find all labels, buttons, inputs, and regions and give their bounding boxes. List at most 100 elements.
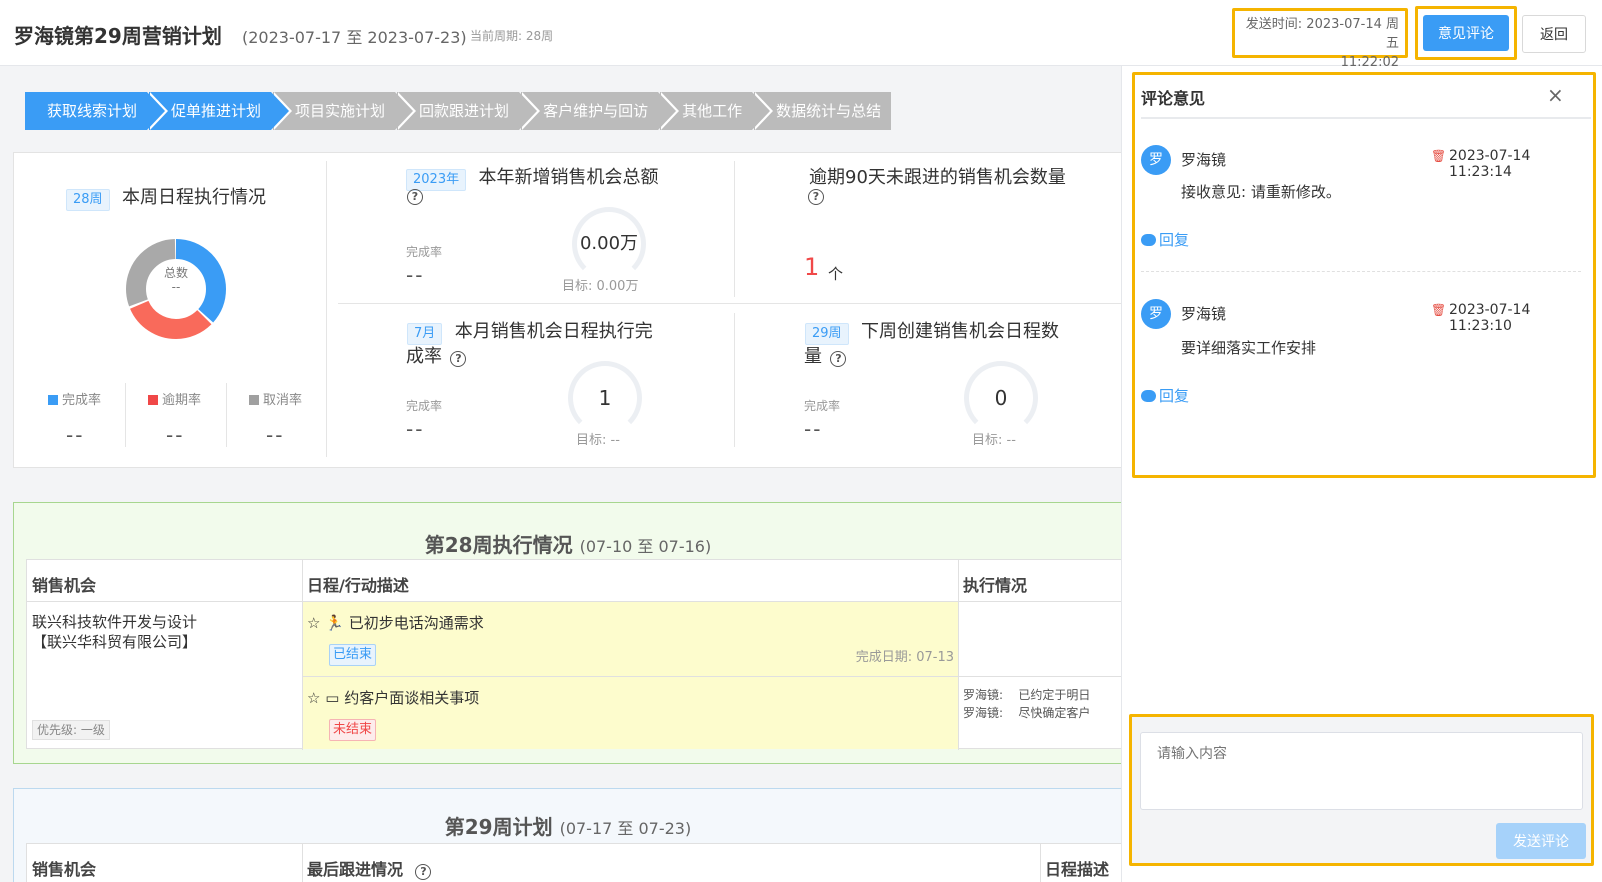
- comments-title: 评论意见: [1141, 89, 1206, 108]
- page-title: 罗海镜第29周营销计划: [14, 24, 222, 48]
- help-icon[interactable]: ?: [808, 189, 824, 205]
- column-divider: [734, 161, 735, 297]
- opportunity-name: 联兴科技软件开发与设计 【联兴华科贸有限公司】: [32, 613, 198, 651]
- week28-title: 第28周执行情况 (07-10 至 07-16): [424, 533, 712, 557]
- action-text: 已初步电话沟通需求: [348, 614, 484, 632]
- legend-swatch-overdue: [148, 395, 158, 405]
- legend-cancel: 取消率: [249, 389, 302, 408]
- legend-complete: 完成率: [48, 389, 101, 408]
- comments-list: 评论意见 × 罗 罗海镜 🗑 2023-07-14 11:23:14 接收意见:…: [1132, 72, 1596, 478]
- header-action: 日程/行动描述: [307, 576, 409, 595]
- monthly-rate-label: 完成率: [406, 399, 443, 413]
- col-line: [1040, 844, 1041, 882]
- delete-icon[interactable]: 🗑: [1431, 149, 1446, 163]
- avatar: 罗: [1141, 145, 1171, 175]
- column-divider: [326, 161, 327, 457]
- header-last-followup: 最后跟进情况: [307, 860, 404, 879]
- value-complete: --: [66, 423, 85, 447]
- execution-notes: 罗海镜: 已约定于明日 罗海镜: 尽快确定客户: [963, 688, 1091, 720]
- header-execution: 执行情况: [963, 576, 1028, 595]
- priority-badge: 优先级: 一级: [32, 720, 110, 740]
- send-comment-button[interactable]: 发送评论: [1496, 823, 1586, 859]
- delete-icon[interactable]: 🗑: [1431, 303, 1446, 317]
- week28-table: 销售机会 日程/行动描述 执行情况 联兴科技软件开发与设计 【联兴华科贸有限公司…: [26, 559, 1125, 750]
- next-week-header: 29周 下周创建销售机会日程数: [805, 317, 1059, 345]
- overdue-unit: 个: [828, 265, 844, 283]
- step-summary[interactable]: 数据统计与总结: [754, 92, 892, 130]
- yearly-rate-value: --: [406, 263, 425, 287]
- monthly-title: 本月销售机会日程执行完: [454, 321, 653, 342]
- yearly-rate-label: 完成率: [406, 245, 443, 259]
- status-badge: 已结束: [329, 644, 377, 666]
- next-week-target: 目标: --: [972, 433, 1016, 448]
- week-tag: 28周: [66, 189, 110, 211]
- header: 罗海镜第29周营销计划 (2023-07-17 至 2023-07-23) 当前…: [0, 0, 1602, 70]
- legend-divider: [125, 383, 126, 447]
- next-week-gauge: 0: [964, 361, 1038, 435]
- col-line: [958, 560, 959, 750]
- help-icon[interactable]: ?: [450, 351, 467, 367]
- help-icon[interactable]: ?: [407, 189, 423, 205]
- value-cancel: --: [266, 423, 285, 447]
- legend-overdue: 逾期率: [148, 389, 201, 408]
- action-text: 约客户面谈相关事项: [344, 689, 480, 707]
- step-leads[interactable]: 获取线索计划: [25, 92, 169, 130]
- comment-time: 2023-07-14 11:23:14: [1449, 148, 1531, 180]
- plan-steps: 获取线索计划 促单推进计划 项目实施计划 回款跟进计划 客户维护与回访 其他工作…: [25, 92, 893, 130]
- reply-button[interactable]: 回复: [1141, 384, 1189, 406]
- table-row: ☆ ▭ 约客户面谈相关事项 未结束: [303, 677, 958, 749]
- comment-divider: [1141, 271, 1581, 272]
- chat-icon: [1141, 228, 1156, 246]
- next-week-title-2: 量 ?: [804, 342, 847, 368]
- completion-date: 完成日期: 07-13: [855, 650, 954, 665]
- legend-divider: [226, 383, 227, 447]
- week29-section: 第29周计划 (07-17 至 07-23) 销售机会 最后跟进情况 ? 日程描…: [13, 788, 1124, 882]
- overdue-value: 1: [804, 253, 820, 281]
- help-icon[interactable]: ?: [415, 864, 432, 880]
- calendar-icon: ▭: [325, 689, 340, 707]
- col-line: [302, 844, 303, 882]
- comment-button-highlight: 意见评论: [1415, 6, 1517, 60]
- help-icon[interactable]: ?: [830, 351, 847, 367]
- run-icon: 🏃: [325, 614, 344, 632]
- comment-author: 罗海镜: [1181, 151, 1227, 169]
- comment-author: 罗海镜: [1181, 305, 1227, 323]
- comment-text: 接收意见: 请重新修改。: [1181, 183, 1341, 201]
- week29-title: 第29周计划 (07-17 至 07-23): [444, 815, 692, 839]
- week29-table: 销售机会 最后跟进情况 ? 日程描述: [26, 843, 1124, 882]
- column-divider: [734, 313, 735, 447]
- comment-text: 要详细落实工作安排: [1181, 339, 1317, 357]
- chat-icon: [1141, 384, 1156, 402]
- step-customer-care[interactable]: 客户维护与回访: [521, 92, 680, 130]
- header-opportunity: 销售机会: [32, 576, 97, 595]
- stats-panel: 28周 本周日程执行情况 总数 -- 完成率 逾期率 取消率 -- -- -- …: [13, 152, 1124, 468]
- row-divider: [338, 303, 1124, 304]
- comment-input-area: 发送评论: [1129, 714, 1594, 866]
- header-schedule: 日程描述: [1045, 860, 1110, 879]
- value-overdue: --: [166, 423, 185, 447]
- send-time: 发送时间: 2023-07-14 周五 11:22:02: [1232, 8, 1408, 70]
- week28-section: 第28周执行情况 (07-10 至 07-16) 销售机会 日程/行动描述 执行…: [13, 502, 1125, 764]
- legend-swatch-complete: [48, 395, 58, 405]
- close-icon[interactable]: ×: [1547, 83, 1564, 107]
- weekly-header: 28周 本周日程执行情况: [66, 183, 266, 211]
- yearly-title: 本年新增销售机会总额: [478, 167, 659, 188]
- yearly-header: 2023年 本年新增销售机会总额: [406, 163, 659, 191]
- next-week-rate-value: --: [804, 417, 823, 441]
- monthly-gauge: 1: [568, 361, 642, 435]
- date-range: (2023-07-17 至 2023-07-23): [242, 28, 467, 47]
- next-week-title: 下周创建销售机会日程数: [861, 321, 1059, 342]
- legend-swatch-cancel: [249, 395, 259, 405]
- comment-time: 2023-07-14 11:23:10: [1449, 302, 1531, 334]
- comment-button[interactable]: 意见评论: [1423, 15, 1509, 51]
- star-icon[interactable]: ☆: [307, 614, 320, 632]
- monthly-target: 目标: --: [576, 433, 620, 448]
- overdue-title: 逾期90天未跟进的销售机会数量: [809, 167, 1066, 188]
- avatar: 罗: [1141, 299, 1171, 329]
- reply-button[interactable]: 回复: [1141, 228, 1189, 250]
- monthly-title-2: 成率 ?: [406, 342, 467, 368]
- comment-input[interactable]: [1140, 732, 1583, 810]
- star-icon[interactable]: ☆: [307, 689, 320, 707]
- next-week-rate-label: 完成率: [804, 399, 841, 413]
- back-button[interactable]: 返回: [1522, 15, 1586, 53]
